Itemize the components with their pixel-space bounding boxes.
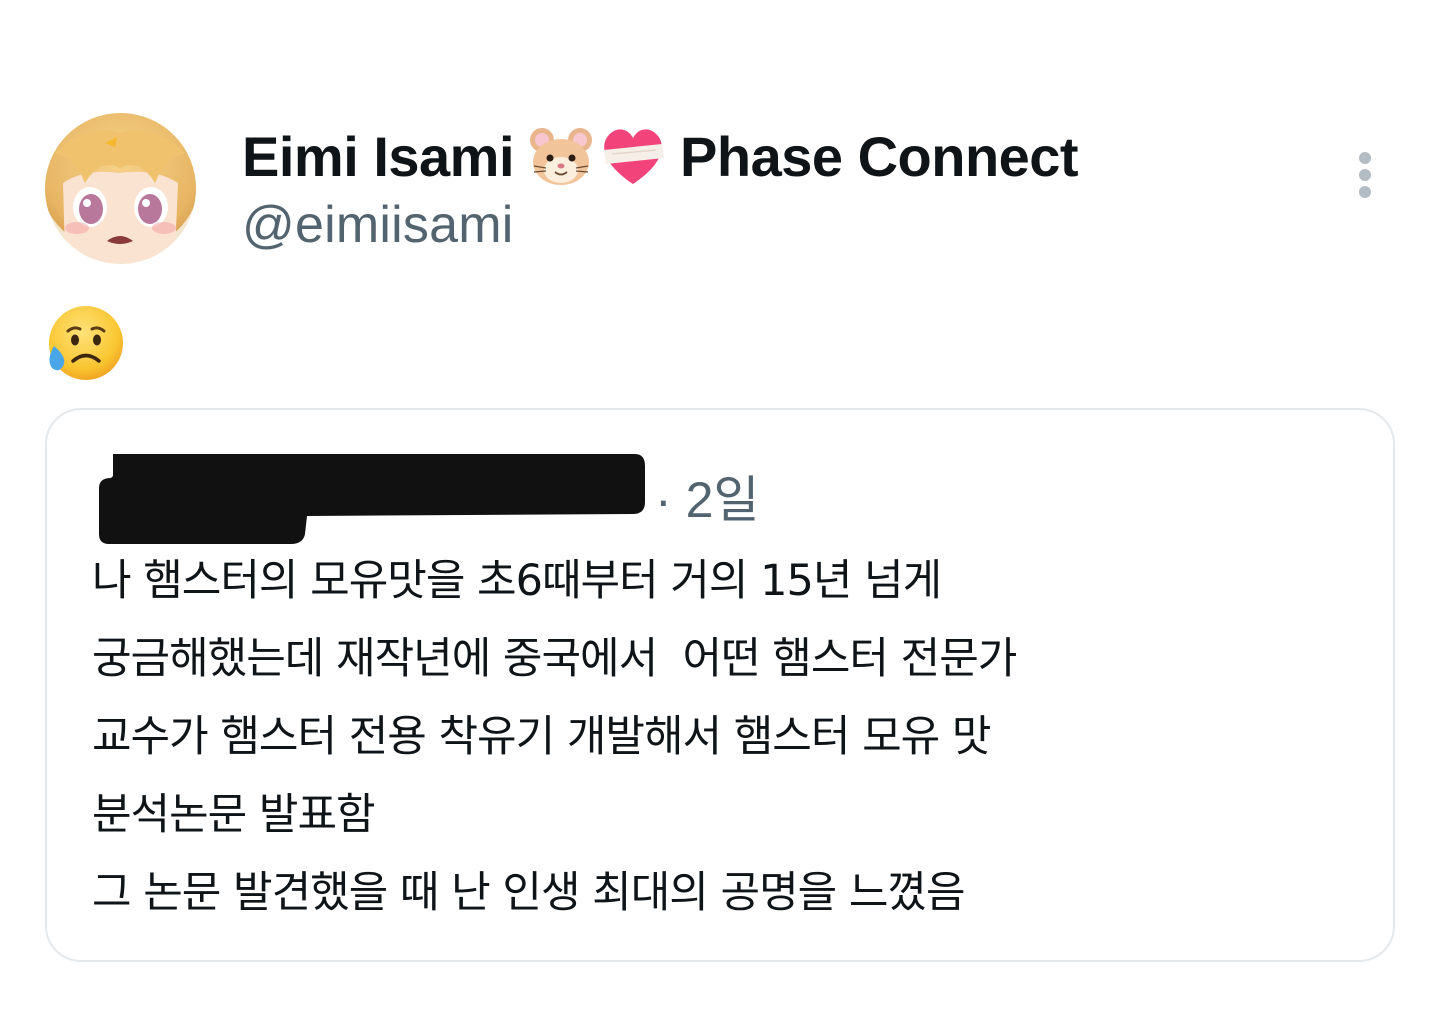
meta-separator: ·: [655, 472, 672, 528]
author-affiliation: Phase Connect: [680, 124, 1079, 188]
hamster-face-icon: [528, 124, 594, 188]
sad-but-relieved-face-icon: [44, 304, 126, 384]
quoted-tweet-card[interactable]: · 2일 나 햄스터의 모유맛을 초6때부터 거의 15년 넘게궁금해했는데 재…: [45, 408, 1395, 962]
quoted-text-line: 궁금해했는데 재작년에 중국에서 어떤 햄스터 전문가: [92, 634, 1017, 684]
quoted-text-line: 나 햄스터의 모유맛을 초6때부터 거의 15년 넘게: [92, 556, 942, 606]
mending-heart-icon: [598, 124, 668, 188]
quoted-text-line: 그 논문 발견했을 때 난 인생 최대의 공명을 느꼈음: [92, 868, 966, 918]
redacted-author-block: [99, 454, 645, 544]
author-name-row[interactable]: Eimi Isami Phase Connect: [242, 120, 1079, 192]
avatar-image: [45, 113, 196, 264]
author-avatar[interactable]: [45, 113, 196, 264]
quoted-tweet-meta: · 2일: [655, 460, 759, 532]
author-handle[interactable]: @eimiisami: [242, 195, 513, 255]
quoted-text-line: 교수가 햄스터 전용 착유기 개발해서 햄스터 모유 맛: [92, 712, 991, 762]
more-options-button[interactable]: [1340, 140, 1390, 210]
author-display-name: Eimi Isami: [242, 124, 515, 188]
quoted-tweet-time: 2일: [685, 472, 760, 528]
quoted-tweet-text: 나 햄스터의 모유맛을 초6때부터 거의 15년 넘게궁금해했는데 재작년에 중…: [92, 542, 1352, 932]
quoted-text-line: 분석논문 발표함: [92, 790, 376, 840]
